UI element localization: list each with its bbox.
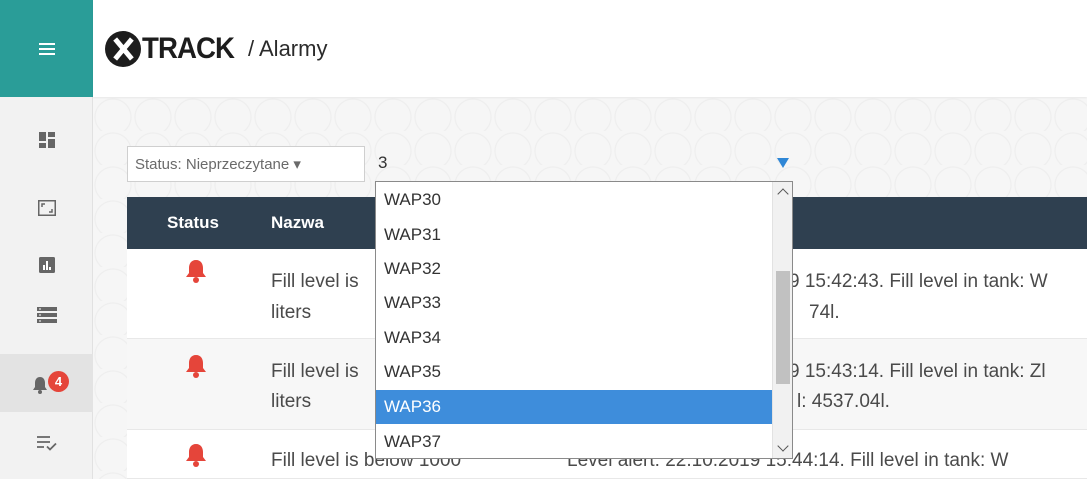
sidebar: 4: [0, 0, 93, 479]
sidebar-item-checklist[interactable]: [0, 414, 93, 472]
alarm-bell-icon: [186, 355, 206, 378]
row-name-line1: Fill level is: [271, 271, 359, 292]
alarm-bell-icon: [186, 260, 206, 283]
dropdown-option[interactable]: WAP33: [376, 286, 772, 320]
xtrack-logo: TRACK: [105, 30, 242, 67]
row-name-line2: liters: [271, 391, 312, 412]
alarm-count-badge: 4: [48, 371, 69, 392]
breadcrumb: / Alarmy: [248, 35, 328, 61]
dropdown-arrow-icon[interactable]: [777, 158, 789, 168]
dropdown-option[interactable]: WAP31: [376, 218, 772, 252]
dropdown-option[interactable]: WAP32: [376, 252, 772, 286]
status-filter-label: Status: Nieprzeczytane ▾: [135, 156, 301, 173]
list-icon: [36, 307, 57, 323]
hamburger-menu-button[interactable]: [0, 0, 93, 97]
sidebar-item-alarms[interactable]: 4: [0, 354, 93, 412]
tank-dropdown-list[interactable]: WAP30 WAP31 WAP32 WAP33 WAP34 WAP35 WAP3…: [375, 181, 793, 459]
alarm-bell-icon: [186, 444, 206, 467]
column-header-status[interactable]: Status: [167, 213, 219, 233]
row-message-line2: 74l.: [809, 302, 840, 323]
top-header: TRACK / Alarmy: [93, 0, 1087, 97]
dashboard-icon: [38, 132, 55, 148]
dropdown-option[interactable]: WAP30: [376, 183, 772, 217]
fullscreen-icon: [37, 200, 56, 216]
checklist-icon: [36, 436, 57, 451]
row-name-line1: Fill level is: [271, 361, 359, 382]
logo-x-mark: [105, 30, 141, 67]
dropdown-option[interactable]: WAP34: [376, 321, 772, 355]
status-filter-select[interactable]: Status: Nieprzeczytane ▾: [127, 146, 365, 182]
chart-icon: [38, 257, 55, 273]
dropdown-scrollbar[interactable]: [772, 182, 792, 458]
sidebar-item-list[interactable]: [0, 286, 93, 344]
row-message-line2: l: 4537.04l.: [797, 391, 890, 412]
sidebar-item-dashboard[interactable]: [0, 111, 93, 169]
scroll-up-icon[interactable]: [777, 188, 789, 200]
sidebar-item-fullscreen[interactable]: [0, 179, 93, 237]
column-header-name[interactable]: Nazwa: [271, 213, 324, 233]
dropdown-option[interactable]: WAP37: [376, 425, 772, 458]
row-message-line1: 9 15:42:43. Fill level in tank: W: [789, 271, 1048, 292]
row-message-line1: 9 15:43:14. Fill level in tank: Zl: [789, 361, 1046, 382]
scroll-down-icon[interactable]: [777, 440, 789, 452]
bell-icon: [32, 377, 47, 394]
hamburger-icon: [38, 42, 55, 55]
tank-search-value: 3: [378, 153, 388, 172]
scroll-thumb[interactable]: [776, 271, 790, 384]
row-name-line2: liters: [271, 302, 312, 323]
tank-search-combobox[interactable]: 3: [375, 146, 792, 180]
dropdown-option-selected[interactable]: WAP36: [376, 390, 772, 424]
logo-text: TRACK: [142, 31, 235, 65]
dropdown-option[interactable]: WAP35: [376, 355, 772, 389]
